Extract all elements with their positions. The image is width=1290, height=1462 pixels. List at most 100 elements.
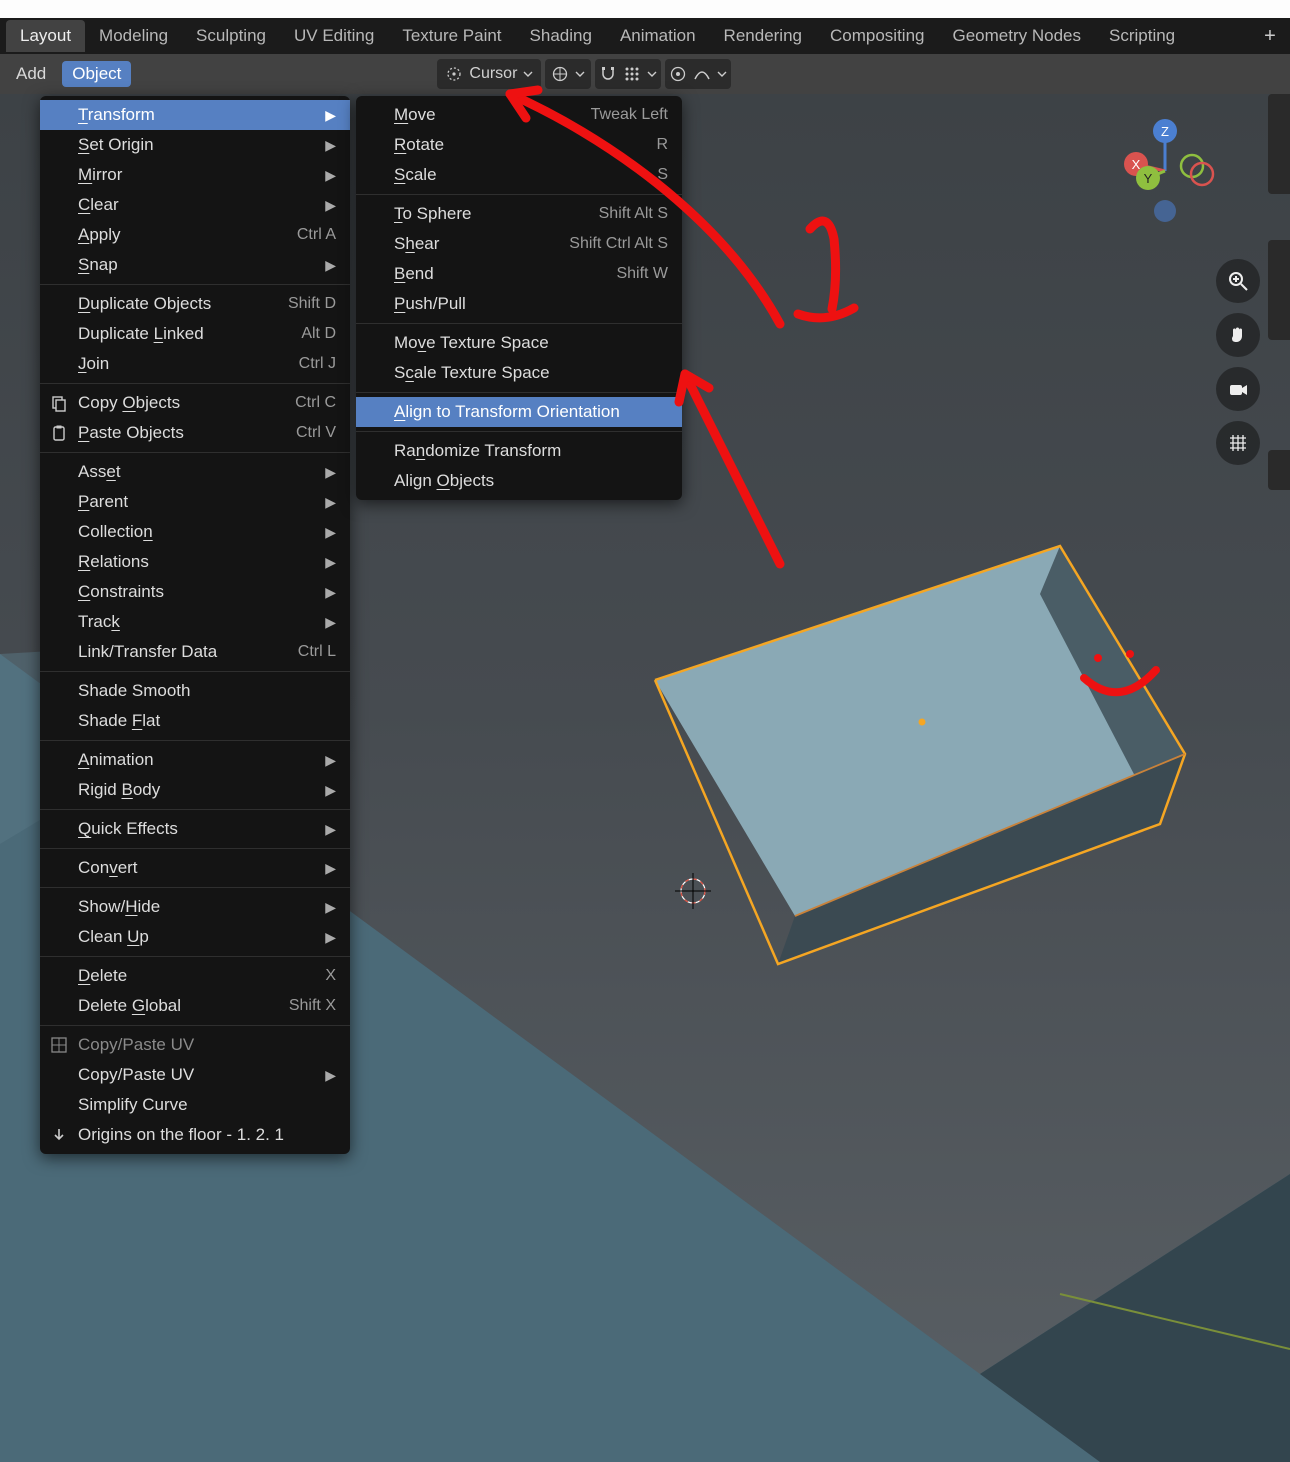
object-menu-item-shade-smooth[interactable]: Shade Smooth [40,676,350,706]
workspace-tab-scripting[interactable]: Scripting [1095,20,1189,52]
transform-submenu-item-shear[interactable]: ShearShift Ctrl Alt S [356,229,682,259]
object-menu-item-copy-paste-uv[interactable]: Copy/Paste UV▶ [40,1060,350,1090]
object-menu-item-convert[interactable]: Convert▶ [40,853,350,883]
workspace-tabs: Layout Modeling Sculpting UV Editing Tex… [0,18,1290,54]
object-menu-item-snap[interactable]: Snap▶ [40,250,350,280]
paste-icon [48,422,70,444]
submenu-caret-icon: ▶ [325,524,336,541]
menu-object[interactable]: Object [62,61,131,87]
transform-submenu-item-label: Push/Pull [394,294,466,314]
object-menu-item-link-transfer-data[interactable]: Link/Transfer DataCtrl L [40,637,350,667]
zoom-button[interactable] [1216,259,1260,303]
workspace-tab-geometry-nodes[interactable]: Geometry Nodes [939,20,1096,52]
snap-group[interactable] [595,59,661,89]
transform-submenu-item-label: Rotate [394,135,444,155]
perspective-toggle-button[interactable] [1216,421,1260,465]
workspace-tab-animation[interactable]: Animation [606,20,710,52]
object-menu-item-clear[interactable]: Clear▶ [40,190,350,220]
submenu-caret-icon: ▶ [325,752,336,769]
submenu-caret-icon: ▶ [325,494,336,511]
transform-submenu-item-scale[interactable]: ScaleS [356,160,682,190]
transform-submenu-item-move[interactable]: MoveTweak Left [356,100,682,130]
sidebar-toggle-t[interactable] [1268,240,1290,340]
transform-orientation-dropdown[interactable] [545,59,591,89]
transform-submenu-item-label: Shear [394,234,439,254]
object-menu-item-rigid-body[interactable]: Rigid Body▶ [40,775,350,805]
pan-button[interactable] [1216,313,1260,357]
object-menu-item-duplicate-objects[interactable]: Duplicate ObjectsShift D [40,289,350,319]
object-menu-item-copy-objects[interactable]: Copy ObjectsCtrl C [40,388,350,418]
workspace-tab-shading[interactable]: Shading [516,20,606,52]
object-menu-item-label: Mirror [78,165,122,185]
object-menu-item-collection[interactable]: Collection▶ [40,517,350,547]
workspace-tab-modeling[interactable]: Modeling [85,20,182,52]
transform-submenu-item-scale-texture-space[interactable]: Scale Texture Space [356,358,682,388]
submenu-caret-icon: ▶ [325,167,336,184]
submenu-caret-icon: ▶ [325,464,336,481]
object-menu-item-delete[interactable]: DeleteX [40,961,350,991]
object-menu-item-shade-flat[interactable]: Shade Flat [40,706,350,736]
workspace-tab-uv-editing[interactable]: UV Editing [280,20,388,52]
object-menu-item-label: Quick Effects [78,819,178,839]
pivot-point-dropdown[interactable]: Cursor [437,59,541,89]
workspace-tab-layout[interactable]: Layout [6,20,85,52]
selected-cube[interactable] [655,546,1185,964]
gizmo-axis-y: Y [1144,171,1153,186]
transform-submenu-item-move-texture-space[interactable]: Move Texture Space [356,328,682,358]
camera-view-button[interactable] [1216,367,1260,411]
workspace-tab-compositing[interactable]: Compositing [816,20,939,52]
object-menu-item-paste-objects[interactable]: Paste ObjectsCtrl V [40,418,350,448]
object-menu-item-separator [40,887,350,888]
transform-submenu-item-label: To Sphere [394,204,472,224]
object-menu-item-shortcut: Ctrl L [298,643,336,661]
object-menu-item-label: Copy/Paste UV [78,1065,194,1085]
object-menu-item-delete-global[interactable]: Delete GlobalShift X [40,991,350,1021]
object-menu-item-animation[interactable]: Animation▶ [40,745,350,775]
proportional-edit-group[interactable] [665,59,731,89]
transform-submenu-item-align-objects[interactable]: Align Objects [356,466,682,496]
transform-submenu-item-align-to-transform-orientation[interactable]: Align to Transform Orientation [356,397,682,427]
viewport-side-buttons [1216,259,1260,465]
transform-submenu-item-to-sphere[interactable]: To Sphere Shift Alt S [356,199,682,229]
transform-submenu-item-rotate[interactable]: RotateR [356,130,682,160]
sidebar-toggle-n[interactable] [1268,94,1290,194]
transform-submenu-item-label: Align Objects [394,471,494,491]
transform-submenu-item-shortcut: Shift Alt S [599,205,668,223]
object-menu-item-join[interactable]: JoinCtrl J [40,349,350,379]
menu-add[interactable]: Add [6,61,56,87]
transform-submenu-item-push-pull[interactable]: Push/Pull [356,289,682,319]
object-menu-item-mirror[interactable]: Mirror ▶ [40,160,350,190]
workspace-tab-rendering[interactable]: Rendering [710,20,816,52]
chevron-down-icon [575,69,585,79]
object-menu-item-clean-up[interactable]: Clean Up▶ [40,922,350,952]
object-menu-item-relations[interactable]: Relations▶ [40,547,350,577]
workspace-tab-sculpting[interactable]: Sculpting [182,20,280,52]
object-menu-item-origins-on-the-floor-1-2-1[interactable]: Origins on the floor - 1. 2. 1 [40,1120,350,1150]
object-menu-item-label: Duplicate Linked [78,324,204,344]
transform-submenu-item-bend[interactable]: BendShift W [356,259,682,289]
workspace-tab-texture-paint[interactable]: Texture Paint [388,20,515,52]
object-menu-item-duplicate-linked[interactable]: Duplicate LinkedAlt D [40,319,350,349]
add-workspace-button[interactable]: + [1256,22,1284,50]
grid-icon [1227,432,1249,454]
object-menu-item-separator [40,671,350,672]
object-menu-item-asset[interactable]: Asset▶ [40,457,350,487]
submenu-caret-icon: ▶ [325,821,336,838]
transform-submenu-item-separator [356,392,682,393]
navigation-gizmo[interactable]: Z X Y [1110,116,1220,226]
object-menu-item-track[interactable]: Track▶ [40,607,350,637]
object-menu-item-set-origin[interactable]: Set Origin▶ [40,130,350,160]
sidebar-toggle-extra[interactable] [1268,450,1290,490]
object-menu-item-apply[interactable]: ApplyCtrl A [40,220,350,250]
transform-submenu-item-randomize-transform[interactable]: Randomize Transform [356,436,682,466]
object-menu-item-parent[interactable]: Parent▶ [40,487,350,517]
object-menu-item-show-hide[interactable]: Show/Hide▶ [40,892,350,922]
object-menu-item-simplify-curve[interactable]: Simplify Curve [40,1090,350,1120]
object-menu-item-label: Shade Smooth [78,681,190,701]
falloff-icon [693,65,711,83]
object-menu-item-quick-effects[interactable]: Quick Effects ▶ [40,814,350,844]
object-menu-item-constraints[interactable]: Constraints▶ [40,577,350,607]
object-menu-item-transform[interactable]: Transform▶ [40,100,350,130]
orientation-icon [551,65,569,83]
transform-submenu-item-shortcut: Shift W [616,265,668,283]
